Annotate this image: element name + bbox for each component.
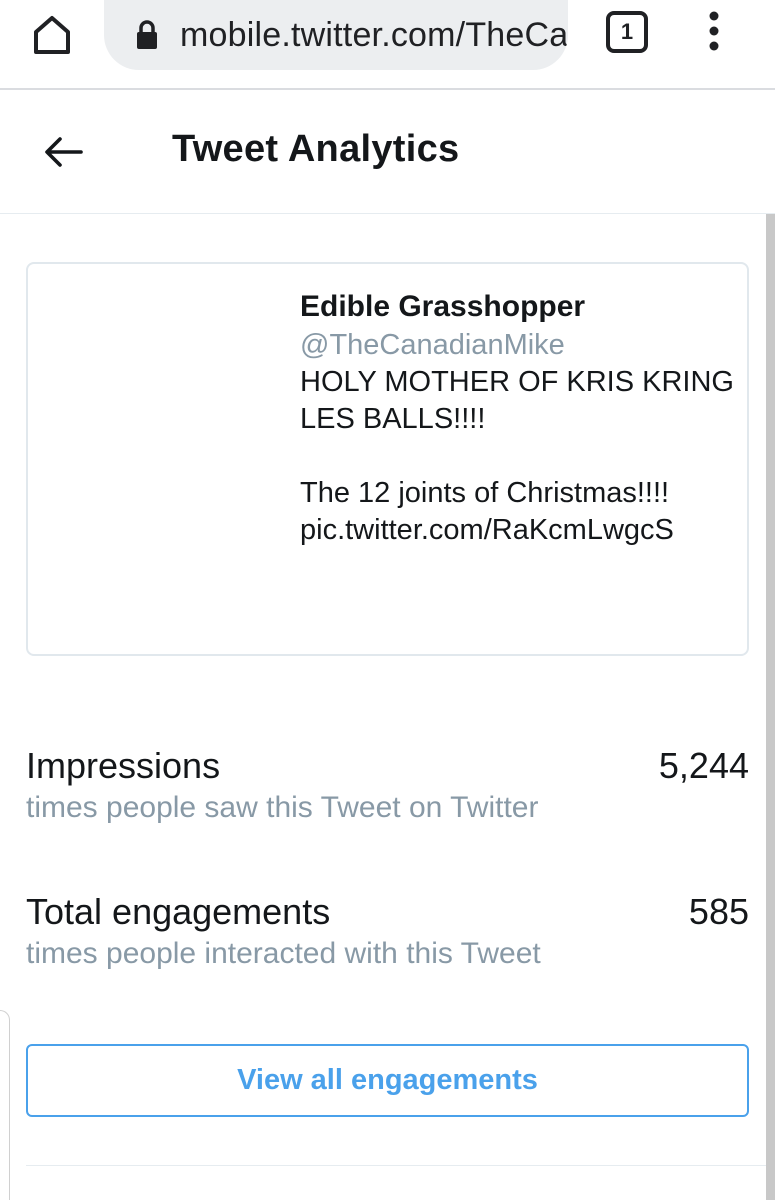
more-vert-icon	[709, 11, 719, 51]
tweet-media	[48, 284, 288, 634]
tab-switcher-button[interactable]: 1	[606, 11, 648, 53]
home-button[interactable]	[26, 8, 78, 60]
back-arrow-icon	[45, 137, 83, 167]
browser-menu-button[interactable]	[698, 8, 730, 54]
url-text: mobile.twitter.com/TheCanadianMike/statu…	[180, 15, 568, 54]
divider	[26, 1165, 766, 1166]
impressions-description: times people saw this Tweet on Twitter	[26, 791, 539, 824]
home-icon	[34, 16, 70, 54]
impressions-value: 5,244	[658, 745, 749, 786]
engagements-label: Total engagements	[26, 891, 331, 932]
scrollbar[interactable]	[766, 214, 775, 1200]
engagements-metric: Total engagements times people interacte…	[26, 890, 749, 974]
left-edge-panel	[0, 1010, 10, 1200]
browser-toolbar: mobile.twitter.com/TheCanadianMike/statu…	[0, 0, 775, 90]
back-button[interactable]	[38, 130, 88, 174]
tab-count: 1	[620, 19, 634, 44]
tweet-text: HOLY MOTHER OF KRIS KRINGLES BALLS!!!! T…	[300, 366, 734, 546]
view-all-engagements-button[interactable]: View all engagements	[26, 1044, 749, 1117]
engagements-value: 585	[688, 891, 749, 932]
address-bar[interactable]: mobile.twitter.com/TheCanadianMike/statu…	[104, 0, 568, 70]
author-handle: @TheCanadianMike	[300, 329, 565, 361]
tweet-card[interactable]: Edible Grasshopper @TheCanadianMike HOLY…	[26, 262, 749, 656]
page-header: Tweet Analytics	[0, 92, 775, 214]
page-title: Tweet Analytics	[172, 128, 460, 170]
author-name: Edible Grasshopper	[300, 290, 586, 323]
impressions-label: Impressions	[26, 745, 221, 786]
engagements-description: times people interacted with this Tweet	[26, 937, 541, 970]
tweet-body: Edible Grasshopper @TheCanadianMike HOLY…	[300, 288, 740, 549]
impressions-metric: Impressions times people saw this Tweet …	[26, 744, 749, 828]
lock-icon	[134, 19, 160, 51]
